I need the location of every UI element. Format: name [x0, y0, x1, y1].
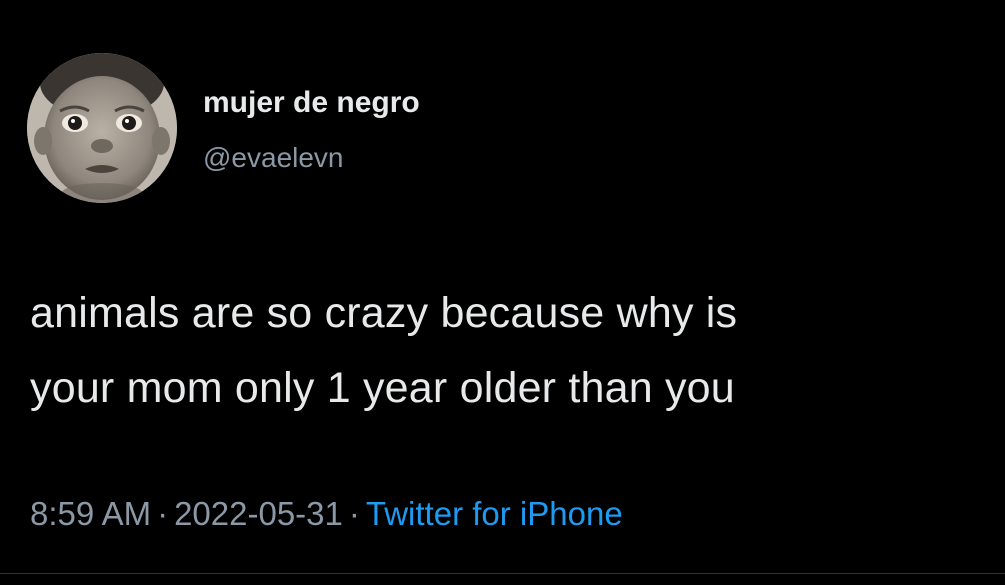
- tweet-text: animals are so crazy because why is your…: [30, 276, 995, 426]
- avatar-photo-icon: [27, 53, 177, 203]
- author-handle[interactable]: @evaelevn: [203, 142, 344, 174]
- tweet-text-line: your mom only 1 year older than you: [30, 364, 735, 412]
- avatar[interactable]: [27, 53, 177, 203]
- meta-separator: ·: [348, 495, 360, 532]
- author-display-name[interactable]: mujer de negro: [203, 86, 420, 120]
- tweet-time[interactable]: 8:59 AM: [30, 495, 151, 532]
- tweet-text-line: animals are so crazy because why is: [30, 289, 738, 337]
- divider: [0, 573, 1005, 574]
- tweet-source-link[interactable]: Twitter for iPhone: [366, 495, 623, 532]
- tweet-metadata: 8:59 AM · 2022-05-31 · Twitter for iPhone: [30, 495, 623, 533]
- tweet-date[interactable]: 2022-05-31: [174, 495, 343, 532]
- meta-separator: ·: [157, 495, 169, 532]
- tweet-card: mujer de negro @evaelevn animals are so …: [0, 0, 1005, 585]
